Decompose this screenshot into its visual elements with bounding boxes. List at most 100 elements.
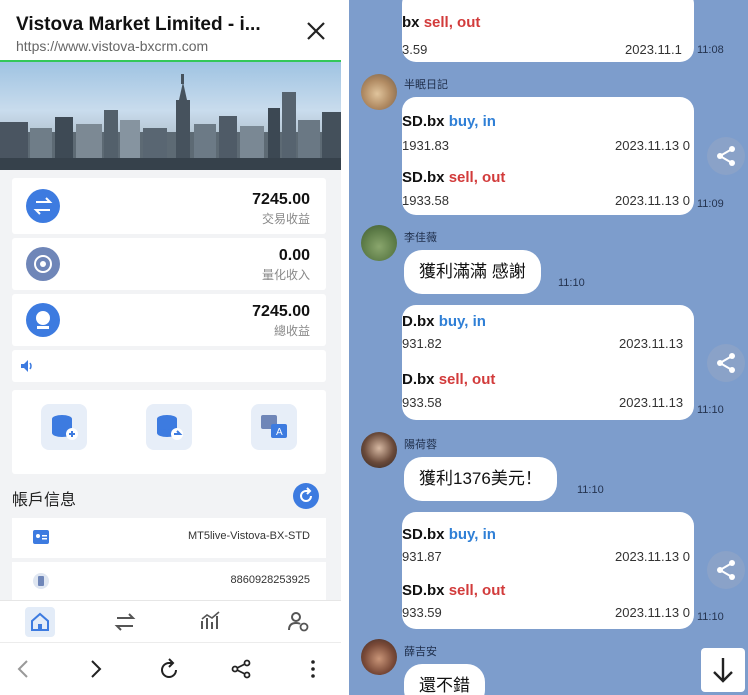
browser-toolbar <box>0 642 341 695</box>
translate-icon[interactable]: A <box>251 404 297 450</box>
sender-name: 半眠日記 <box>404 79 448 91</box>
trade-symbol: SD.bx <box>402 526 445 543</box>
chart-circle-icon <box>26 247 60 281</box>
trade-line: bx sell, out <box>402 14 480 31</box>
quick-actions: A <box>12 390 326 474</box>
trade-message[interactable]: bx sell, out 3.59 2023.11.1 <box>402 0 694 62</box>
trade-action: sell, out <box>423 14 481 31</box>
trade-message[interactable]: SD.bx buy, in 1931.83 2023.11.13 0 SD.bx… <box>402 97 694 215</box>
trade-date: 2023.11.13 0 <box>615 138 690 153</box>
trade-line: SD.bx buy, in <box>402 113 496 130</box>
close-icon[interactable] <box>305 20 327 42</box>
message-time: 11:08 <box>697 44 724 56</box>
message-time: 11:10 <box>697 611 724 623</box>
app-tab-bar <box>0 600 341 642</box>
refresh-icon[interactable] <box>293 483 319 509</box>
avatar[interactable] <box>361 74 397 110</box>
stat-label: 交易收益 <box>261 212 310 226</box>
home-icon[interactable] <box>25 607 55 637</box>
share-icon[interactable] <box>707 551 745 589</box>
account-info-title: 帳戶信息 <box>12 492 77 509</box>
page-title: Vistova Market Limited - i... <box>16 14 261 35</box>
city-banner <box>0 62 341 170</box>
trade-date: 2023.11.13 0 <box>615 549 690 564</box>
stat-label: 總收益 <box>273 324 310 338</box>
trade-price: 1933.58 <box>402 193 449 208</box>
phone-icon <box>33 573 49 589</box>
database-out-icon[interactable] <box>146 404 192 450</box>
trade-action: buy, in <box>448 526 496 543</box>
trade-action: buy, in <box>448 113 496 130</box>
trade-date: 2023.11.13 <box>619 395 684 410</box>
trade-price: 931.82 <box>402 336 442 351</box>
transfer-icon[interactable] <box>110 607 140 637</box>
back-icon[interactable] <box>12 657 36 681</box>
trade-date: 2023.11.13 <box>619 336 684 351</box>
market-chart-icon[interactable] <box>196 607 226 637</box>
message-time: 11:10 <box>558 277 585 289</box>
message-time: 11:09 <box>697 198 724 210</box>
scroll-down-button[interactable] <box>701 648 745 692</box>
trade-date: 2023.11.13 0 <box>615 605 690 620</box>
message-time: 11:10 <box>577 484 604 496</box>
arrow-down-icon <box>713 658 733 683</box>
svg-text:A: A <box>276 427 283 438</box>
stat-card-total: 7245.00 總收益 <box>12 294 326 346</box>
trade-date: 2023.11.1 <box>625 42 682 57</box>
share-icon[interactable] <box>707 344 745 382</box>
avatar[interactable] <box>361 432 397 468</box>
trade-symbol: SD.bx <box>402 113 445 130</box>
trade-symbol: SD.bx <box>402 169 445 186</box>
trade-symbol: SD.bx <box>402 582 445 599</box>
message-time: 11:10 <box>697 404 724 416</box>
account-row-phone: 8860928253925 <box>12 562 326 602</box>
trade-line: D.bx buy, in <box>402 313 486 330</box>
avatar[interactable] <box>361 639 397 675</box>
stat-value: 7245.00 <box>252 303 310 320</box>
trade-line: SD.bx sell, out <box>402 169 505 186</box>
stat-card-quant: 0.00 量化收入 <box>12 238 326 290</box>
trade-line: SD.bx buy, in <box>402 526 496 543</box>
coin-icon <box>26 303 60 337</box>
database-in-icon[interactable] <box>41 404 87 450</box>
avatar[interactable] <box>361 225 397 261</box>
reload-icon[interactable] <box>157 657 181 681</box>
account-phone: 8860928253925 <box>230 574 310 586</box>
text-message[interactable]: 獲利1376美元！ <box>404 457 557 501</box>
trade-price: 1931.83 <box>402 138 449 153</box>
trade-price: 933.58 <box>402 395 442 410</box>
dashboard-content: 7245.00 交易收益 0.00 量化收入 7245.00 總收益 A 帳戶信… <box>0 170 341 602</box>
trade-action: buy, in <box>438 313 486 330</box>
speaker-icon <box>21 360 32 372</box>
sender-name: 陽荷蓉 <box>404 439 437 451</box>
page-url: https://www.vistova-bxcrm.com <box>16 38 209 54</box>
trade-action: sell, out <box>438 371 496 388</box>
trade-message[interactable]: SD.bx buy, in 931.87 2023.11.13 0 SD.bx … <box>402 512 694 629</box>
user-settings-icon[interactable] <box>283 607 313 637</box>
announcement-bar[interactable] <box>12 350 326 382</box>
share-icon[interactable] <box>707 137 745 175</box>
trade-line: SD.bx sell, out <box>402 582 505 599</box>
text-message[interactable]: 獲利滿滿 感謝 <box>404 250 541 294</box>
trade-message[interactable]: D.bx buy, in 931.82 2023.11.13 D.bx sell… <box>402 305 694 420</box>
text-message[interactable]: 還不錯 <box>404 664 485 695</box>
sender-name: 李佳薇 <box>404 232 437 244</box>
forward-icon[interactable] <box>83 657 107 681</box>
trade-price: 931.87 <box>402 549 442 564</box>
stat-value: 0.00 <box>278 247 310 264</box>
stat-value: 7245.00 <box>252 191 310 208</box>
swap-icon <box>26 189 60 223</box>
webview-header: Vistova Market Limited - i... https://ww… <box>0 0 341 62</box>
stat-card-trading: 7245.00 交易收益 <box>12 178 326 234</box>
more-icon[interactable] <box>301 657 325 681</box>
trade-symbol: D.bx <box>402 371 435 388</box>
trade-symbol: bx <box>402 14 420 31</box>
trade-action: sell, out <box>448 169 506 186</box>
account-row-server: MT5live-Vistova-BX-STD <box>12 518 326 558</box>
skyline-image <box>0 74 341 170</box>
trade-date: 2023.11.13 0 <box>615 193 690 208</box>
trade-action: sell, out <box>448 582 506 599</box>
chat-pane: bx sell, out 3.59 2023.11.1 11:08 半眠日記 S… <box>349 0 748 695</box>
trade-symbol: D.bx <box>402 313 435 330</box>
share-icon[interactable] <box>229 657 253 681</box>
